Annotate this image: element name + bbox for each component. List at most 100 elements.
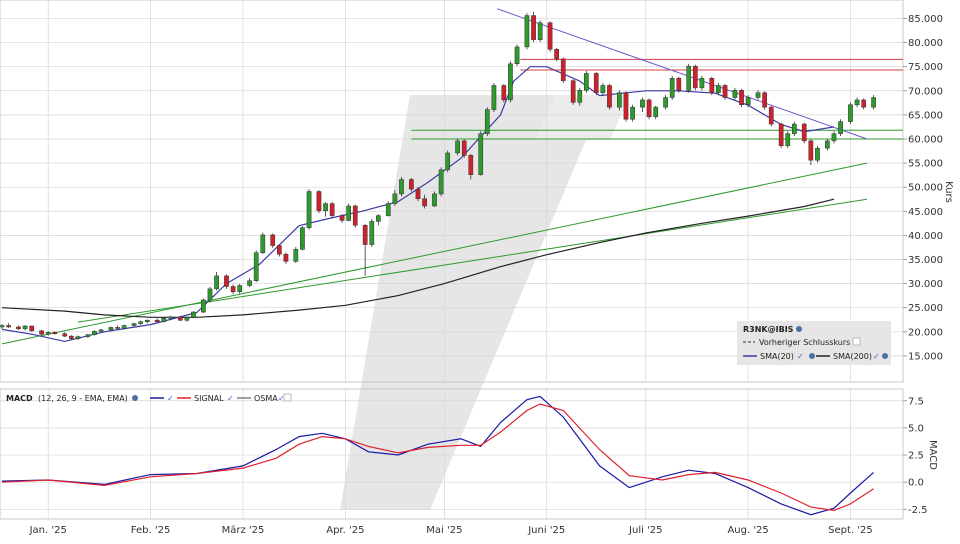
- candle-body: [98, 329, 104, 332]
- legend-item-signal: SIGNAL: [194, 394, 224, 403]
- candle-body: [739, 90, 744, 105]
- globe-icon[interactable]: [809, 353, 815, 359]
- candle-body: [815, 147, 820, 161]
- price-y-axis-label: Kurs: [943, 181, 954, 203]
- x-axis: Jan. '25 Feb. '25 März '25 Apr. '25 Mai '25 J…: [29, 525, 873, 536]
- candle-body: [0, 325, 5, 328]
- candle-body: [861, 99, 867, 108]
- price-tick-label: 80.000: [908, 38, 943, 49]
- candle-body: [871, 97, 876, 108]
- candle-body: [306, 191, 312, 228]
- macd-legend-params: (12, 26, 9 - EMA, EMA): [38, 394, 128, 403]
- candle-body: [85, 334, 91, 337]
- candle-body: [745, 97, 751, 105]
- x-tick-label: Feb. '25: [131, 525, 171, 536]
- candle-body: [607, 85, 612, 108]
- check-icon[interactable]: ✓: [167, 394, 174, 403]
- candle-body: [214, 275, 219, 290]
- price-legend-title: R3NK@IBIS: [743, 325, 794, 334]
- price-tick-label: 75.000: [908, 62, 943, 73]
- candle-body: [653, 106, 659, 118]
- price-tick-label: 30.000: [908, 279, 943, 290]
- candle-body: [623, 92, 629, 120]
- osma-checkbox[interactable]: [283, 393, 292, 402]
- macd-legend-title: MACD: [6, 394, 33, 403]
- macd-tick-label: 0.0: [908, 478, 924, 489]
- candle-body: [831, 133, 837, 142]
- candle-body: [501, 85, 507, 101]
- legend-item-prev-close: Vorheriger Schlusskurs: [759, 338, 850, 347]
- x-tick-label: März '25: [222, 525, 265, 536]
- candle-body: [415, 188, 421, 199]
- macd-y-axis: -2.5 0.0 2.5 5.0 7.5: [903, 396, 928, 516]
- candle-body: [455, 140, 460, 154]
- x-tick-label: Juli '25: [628, 525, 663, 536]
- candle-body: [6, 325, 11, 328]
- candle-body: [369, 221, 375, 245]
- stock-chart: 15.000 20.000 25.000 30.000 35.000 40.000 45.0…: [0, 0, 954, 536]
- candle-body: [121, 325, 127, 329]
- candle-body: [422, 198, 427, 207]
- check-icon[interactable]: ✓: [227, 394, 234, 403]
- candle-body: [276, 245, 282, 255]
- candle-body: [593, 73, 599, 93]
- candle-body: [676, 77, 682, 91]
- price-tick-label: 85.000: [908, 14, 943, 25]
- x-tick-label: Aug. '25: [727, 525, 768, 536]
- macd-legend: MACD (12, 26, 9 - EMA, EMA) ✓ SIGNAL ✓ O…: [6, 393, 292, 403]
- candle-body: [52, 332, 58, 334]
- candle-body: [191, 311, 196, 318]
- candle-body: [270, 234, 276, 246]
- candle-body: [785, 133, 791, 146]
- candle-body: [115, 327, 120, 329]
- macd-tick-label: 2.5: [908, 451, 924, 462]
- candle-body: [39, 330, 44, 335]
- candle-body: [461, 140, 467, 156]
- price-tick-label: 20.000: [908, 327, 943, 338]
- legend-item-sma20: SMA(20): [760, 352, 794, 361]
- check-icon[interactable]: ✓: [873, 352, 880, 361]
- price-tick-label: 35.000: [908, 255, 943, 266]
- globe-icon[interactable]: [132, 395, 138, 401]
- candle-body: [392, 193, 398, 204]
- candle-body: [409, 179, 414, 190]
- candle-body: [755, 92, 761, 98]
- candle-body: [168, 316, 173, 319]
- candle-body: [630, 106, 635, 120]
- globe-icon[interactable]: [796, 326, 802, 332]
- candle-body: [22, 325, 28, 330]
- candle-body: [560, 58, 566, 81]
- x-tick-label: Sept. '25: [828, 525, 873, 536]
- candle-body: [577, 90, 583, 103]
- candle-body: [692, 65, 698, 89]
- candle-body: [92, 331, 97, 335]
- candle-body: [29, 325, 35, 332]
- candle-body: [709, 77, 715, 93]
- candle-body: [253, 252, 259, 281]
- prev-close-checkbox[interactable]: [852, 337, 861, 346]
- candle-body: [329, 203, 335, 216]
- candle-body: [376, 215, 381, 222]
- candle-body: [283, 253, 289, 262]
- candle-body: [144, 319, 150, 322]
- price-tick-label: 70.000: [908, 86, 943, 97]
- x-tick-label: Juni '25: [527, 525, 565, 536]
- candle-body: [300, 227, 305, 250]
- candle-body: [669, 77, 675, 98]
- check-icon[interactable]: ✓: [797, 352, 804, 361]
- candle-body: [722, 85, 728, 98]
- globe-icon[interactable]: [882, 353, 888, 359]
- candle-body: [801, 123, 807, 142]
- candle-body: [478, 133, 484, 175]
- candle-body: [554, 49, 559, 60]
- candle-body: [75, 336, 81, 339]
- candle-body: [339, 215, 345, 221]
- candle-body: [570, 80, 576, 103]
- candle-body: [247, 280, 252, 286]
- candle-body: [131, 323, 137, 326]
- candle-body: [138, 321, 144, 324]
- candle-body: [68, 335, 74, 339]
- candle-body: [362, 225, 368, 245]
- price-tick-label: 60.000: [908, 134, 943, 145]
- candle-body: [617, 92, 622, 108]
